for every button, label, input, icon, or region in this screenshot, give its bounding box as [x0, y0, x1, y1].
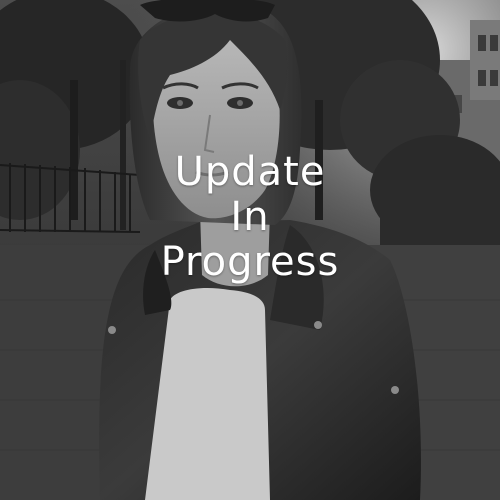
game-screen: Update In Progress [0, 0, 500, 500]
update-status-overlay: Update In Progress [0, 150, 500, 285]
status-line-2: In [230, 194, 270, 240]
status-line-1: Update [174, 149, 326, 195]
status-line-3: Progress [160, 239, 340, 285]
